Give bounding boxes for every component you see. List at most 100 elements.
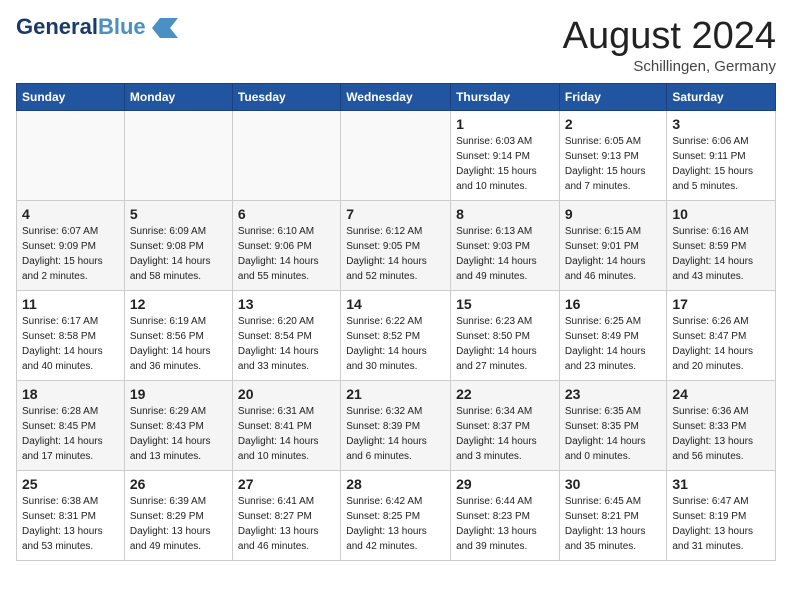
- day-number: 21: [346, 386, 445, 402]
- day-number: 7: [346, 206, 445, 222]
- calendar-table: Sunday Monday Tuesday Wednesday Thursday…: [16, 83, 776, 561]
- calendar-week-row: 1 Sunrise: 6:03 AMSunset: 9:14 PMDayligh…: [17, 110, 776, 200]
- table-row: [17, 110, 125, 200]
- col-tuesday: Tuesday: [232, 83, 340, 110]
- table-row: 8 Sunrise: 6:13 AMSunset: 9:03 PMDayligh…: [451, 200, 560, 290]
- table-row: 13 Sunrise: 6:20 AMSunset: 8:54 PMDaylig…: [232, 290, 340, 380]
- table-row: 4 Sunrise: 6:07 AMSunset: 9:09 PMDayligh…: [17, 200, 125, 290]
- table-row: 23 Sunrise: 6:35 AMSunset: 8:35 PMDaylig…: [559, 380, 666, 470]
- day-info: Sunrise: 6:28 AMSunset: 8:45 PMDaylight:…: [22, 406, 103, 462]
- location-text: Schillingen, Germany: [563, 58, 776, 75]
- col-friday: Friday: [559, 83, 666, 110]
- day-info: Sunrise: 6:41 AMSunset: 8:27 PMDaylight:…: [238, 496, 319, 552]
- table-row: 25 Sunrise: 6:38 AMSunset: 8:31 PMDaylig…: [17, 470, 125, 560]
- table-row: 12 Sunrise: 6:19 AMSunset: 8:56 PMDaylig…: [124, 290, 232, 380]
- day-info: Sunrise: 6:35 AMSunset: 8:35 PMDaylight:…: [565, 406, 646, 462]
- table-row: 2 Sunrise: 6:05 AMSunset: 9:13 PMDayligh…: [559, 110, 666, 200]
- day-info: Sunrise: 6:17 AMSunset: 8:58 PMDaylight:…: [22, 316, 103, 372]
- day-info: Sunrise: 6:16 AMSunset: 8:59 PMDaylight:…: [672, 226, 753, 282]
- col-thursday: Thursday: [451, 83, 560, 110]
- day-info: Sunrise: 6:25 AMSunset: 8:49 PMDaylight:…: [565, 316, 646, 372]
- table-row: 5 Sunrise: 6:09 AMSunset: 9:08 PMDayligh…: [124, 200, 232, 290]
- logo: GeneralBlue: [16, 16, 178, 38]
- table-row: 31 Sunrise: 6:47 AMSunset: 8:19 PMDaylig…: [667, 470, 776, 560]
- day-info: Sunrise: 6:15 AMSunset: 9:01 PMDaylight:…: [565, 226, 646, 282]
- table-row: [124, 110, 232, 200]
- col-saturday: Saturday: [667, 83, 776, 110]
- calendar-week-row: 11 Sunrise: 6:17 AMSunset: 8:58 PMDaylig…: [17, 290, 776, 380]
- table-row: 17 Sunrise: 6:26 AMSunset: 8:47 PMDaylig…: [667, 290, 776, 380]
- day-number: 11: [22, 296, 119, 312]
- day-info: Sunrise: 6:05 AMSunset: 9:13 PMDaylight:…: [565, 136, 646, 192]
- table-row: 9 Sunrise: 6:15 AMSunset: 9:01 PMDayligh…: [559, 200, 666, 290]
- table-row: 27 Sunrise: 6:41 AMSunset: 8:27 PMDaylig…: [232, 470, 340, 560]
- day-number: 26: [130, 476, 227, 492]
- day-number: 28: [346, 476, 445, 492]
- day-info: Sunrise: 6:42 AMSunset: 8:25 PMDaylight:…: [346, 496, 427, 552]
- day-number: 20: [238, 386, 335, 402]
- day-info: Sunrise: 6:12 AMSunset: 9:05 PMDaylight:…: [346, 226, 427, 282]
- day-info: Sunrise: 6:20 AMSunset: 8:54 PMDaylight:…: [238, 316, 319, 372]
- table-row: 21 Sunrise: 6:32 AMSunset: 8:39 PMDaylig…: [341, 380, 451, 470]
- day-info: Sunrise: 6:03 AMSunset: 9:14 PMDaylight:…: [456, 136, 537, 192]
- day-info: Sunrise: 6:09 AMSunset: 9:08 PMDaylight:…: [130, 226, 211, 282]
- day-number: 6: [238, 206, 335, 222]
- day-number: 1: [456, 116, 554, 132]
- table-row: [232, 110, 340, 200]
- day-number: 8: [456, 206, 554, 222]
- calendar-week-row: 4 Sunrise: 6:07 AMSunset: 9:09 PMDayligh…: [17, 200, 776, 290]
- table-row: 26 Sunrise: 6:39 AMSunset: 8:29 PMDaylig…: [124, 470, 232, 560]
- day-info: Sunrise: 6:19 AMSunset: 8:56 PMDaylight:…: [130, 316, 211, 372]
- table-row: 28 Sunrise: 6:42 AMSunset: 8:25 PMDaylig…: [341, 470, 451, 560]
- day-number: 18: [22, 386, 119, 402]
- table-row: [341, 110, 451, 200]
- day-number: 25: [22, 476, 119, 492]
- day-info: Sunrise: 6:23 AMSunset: 8:50 PMDaylight:…: [456, 316, 537, 372]
- table-row: 3 Sunrise: 6:06 AMSunset: 9:11 PMDayligh…: [667, 110, 776, 200]
- day-number: 27: [238, 476, 335, 492]
- table-row: 15 Sunrise: 6:23 AMSunset: 8:50 PMDaylig…: [451, 290, 560, 380]
- table-row: 11 Sunrise: 6:17 AMSunset: 8:58 PMDaylig…: [17, 290, 125, 380]
- table-row: 20 Sunrise: 6:31 AMSunset: 8:41 PMDaylig…: [232, 380, 340, 470]
- table-row: 19 Sunrise: 6:29 AMSunset: 8:43 PMDaylig…: [124, 380, 232, 470]
- table-row: 24 Sunrise: 6:36 AMSunset: 8:33 PMDaylig…: [667, 380, 776, 470]
- day-number: 14: [346, 296, 445, 312]
- table-row: 29 Sunrise: 6:44 AMSunset: 8:23 PMDaylig…: [451, 470, 560, 560]
- calendar-week-row: 25 Sunrise: 6:38 AMSunset: 8:31 PMDaylig…: [17, 470, 776, 560]
- day-number: 17: [672, 296, 770, 312]
- day-number: 4: [22, 206, 119, 222]
- month-year-title: August 2024: [563, 16, 776, 58]
- calendar-week-row: 18 Sunrise: 6:28 AMSunset: 8:45 PMDaylig…: [17, 380, 776, 470]
- page-header: GeneralBlue August 2024 Schillingen, Ger…: [16, 16, 776, 75]
- col-wednesday: Wednesday: [341, 83, 451, 110]
- table-row: 22 Sunrise: 6:34 AMSunset: 8:37 PMDaylig…: [451, 380, 560, 470]
- day-info: Sunrise: 6:38 AMSunset: 8:31 PMDaylight:…: [22, 496, 103, 552]
- table-row: 1 Sunrise: 6:03 AMSunset: 9:14 PMDayligh…: [451, 110, 560, 200]
- logo-icon: [150, 16, 178, 38]
- header-row: Sunday Monday Tuesday Wednesday Thursday…: [17, 83, 776, 110]
- day-number: 9: [565, 206, 661, 222]
- col-sunday: Sunday: [17, 83, 125, 110]
- day-number: 15: [456, 296, 554, 312]
- day-info: Sunrise: 6:29 AMSunset: 8:43 PMDaylight:…: [130, 406, 211, 462]
- day-info: Sunrise: 6:31 AMSunset: 8:41 PMDaylight:…: [238, 406, 319, 462]
- day-number: 16: [565, 296, 661, 312]
- table-row: 7 Sunrise: 6:12 AMSunset: 9:05 PMDayligh…: [341, 200, 451, 290]
- day-number: 5: [130, 206, 227, 222]
- day-number: 19: [130, 386, 227, 402]
- day-info: Sunrise: 6:07 AMSunset: 9:09 PMDaylight:…: [22, 226, 103, 282]
- day-info: Sunrise: 6:32 AMSunset: 8:39 PMDaylight:…: [346, 406, 427, 462]
- day-number: 29: [456, 476, 554, 492]
- day-number: 13: [238, 296, 335, 312]
- day-info: Sunrise: 6:26 AMSunset: 8:47 PMDaylight:…: [672, 316, 753, 372]
- table-row: 16 Sunrise: 6:25 AMSunset: 8:49 PMDaylig…: [559, 290, 666, 380]
- col-monday: Monday: [124, 83, 232, 110]
- day-number: 10: [672, 206, 770, 222]
- day-info: Sunrise: 6:39 AMSunset: 8:29 PMDaylight:…: [130, 496, 211, 552]
- title-block: August 2024 Schillingen, Germany: [563, 16, 776, 75]
- day-info: Sunrise: 6:22 AMSunset: 8:52 PMDaylight:…: [346, 316, 427, 372]
- day-info: Sunrise: 6:47 AMSunset: 8:19 PMDaylight:…: [672, 496, 753, 552]
- day-number: 31: [672, 476, 770, 492]
- table-row: 14 Sunrise: 6:22 AMSunset: 8:52 PMDaylig…: [341, 290, 451, 380]
- day-info: Sunrise: 6:45 AMSunset: 8:21 PMDaylight:…: [565, 496, 646, 552]
